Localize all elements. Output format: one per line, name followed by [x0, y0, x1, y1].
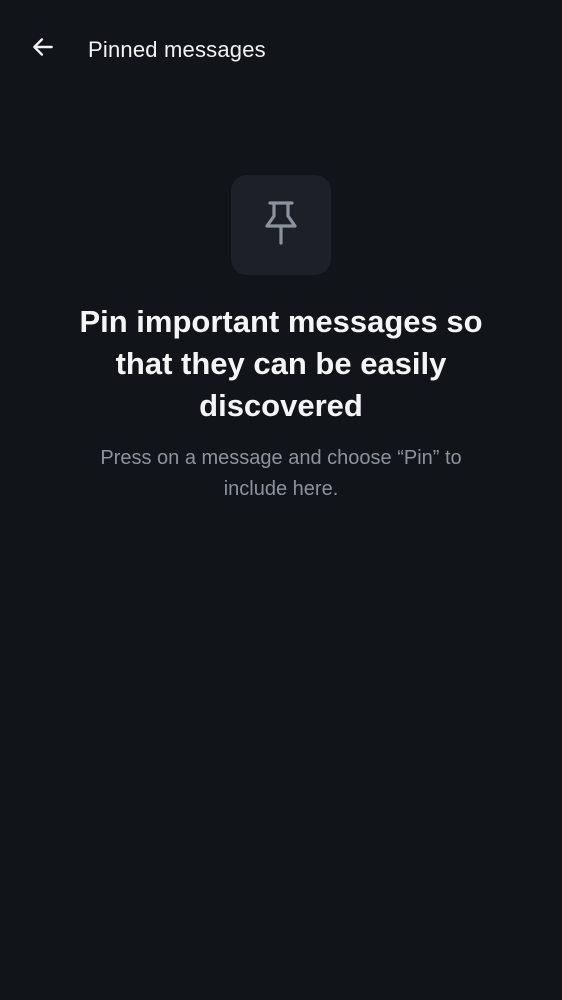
page-title: Pinned messages — [88, 37, 266, 62]
back-button[interactable] — [22, 28, 64, 70]
top-app-bar: Pinned messages — [0, 0, 562, 100]
pinned-messages-screen: Pinned messages Pin important messages s… — [0, 0, 562, 1000]
pushpin-icon — [261, 199, 301, 252]
arrow-left-icon — [30, 34, 56, 65]
pin-icon-tile — [231, 175, 331, 275]
empty-state-title: Pin important messages so that they can … — [79, 304, 483, 423]
empty-state: Pin important messages so that they can … — [0, 175, 562, 505]
empty-state-subtitle: Press on a message and choose “Pin” to i… — [100, 447, 462, 500]
